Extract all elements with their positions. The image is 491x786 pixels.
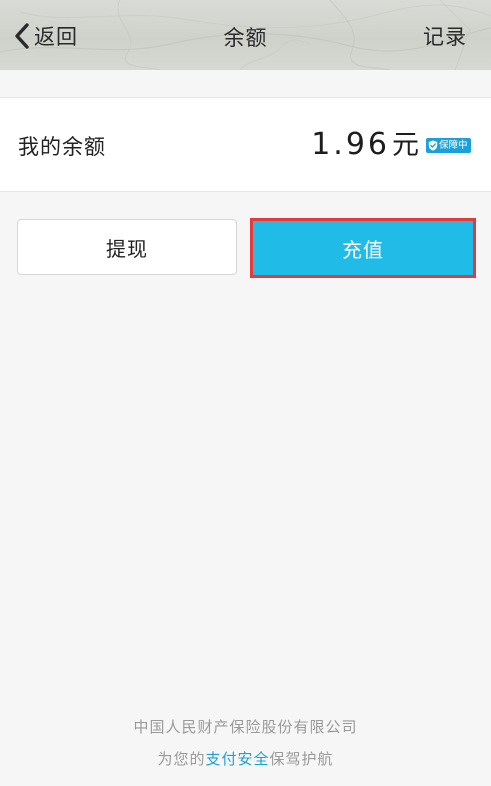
badge-label: 保障中 — [439, 140, 468, 151]
slogan-highlight: 支付安全 — [205, 750, 270, 768]
balance-value: 1.96 — [311, 127, 390, 162]
balance-amount: 1.96 元 — [311, 123, 419, 162]
slogan-suffix: 保驾护航 — [269, 750, 334, 768]
footer-slogan: 为您的支付安全保驾护航 — [0, 748, 491, 769]
chevron-left-icon — [15, 23, 29, 49]
recharge-button[interactable]: 充值 — [253, 221, 473, 275]
balance-label: 我的余额 — [18, 135, 106, 159]
slogan-prefix: 为您的 — [157, 750, 206, 768]
footer-company: 中国人民财产保险股份有限公司 — [133, 718, 358, 736]
records-button[interactable]: 记录 — [423, 21, 467, 51]
back-label: 返回 — [34, 25, 78, 49]
protection-badge: 保障中 — [426, 138, 471, 153]
balance-unit: 元 — [392, 130, 419, 161]
shield-check-icon — [428, 140, 438, 151]
back-button[interactable]: 返回 — [12, 19, 78, 53]
top-navbar: 返回 余额 记录 — [0, 0, 491, 70]
withdraw-button[interactable]: 提现 — [17, 219, 237, 275]
balance-card: 我的余额 1.96 元 — [0, 97, 491, 192]
